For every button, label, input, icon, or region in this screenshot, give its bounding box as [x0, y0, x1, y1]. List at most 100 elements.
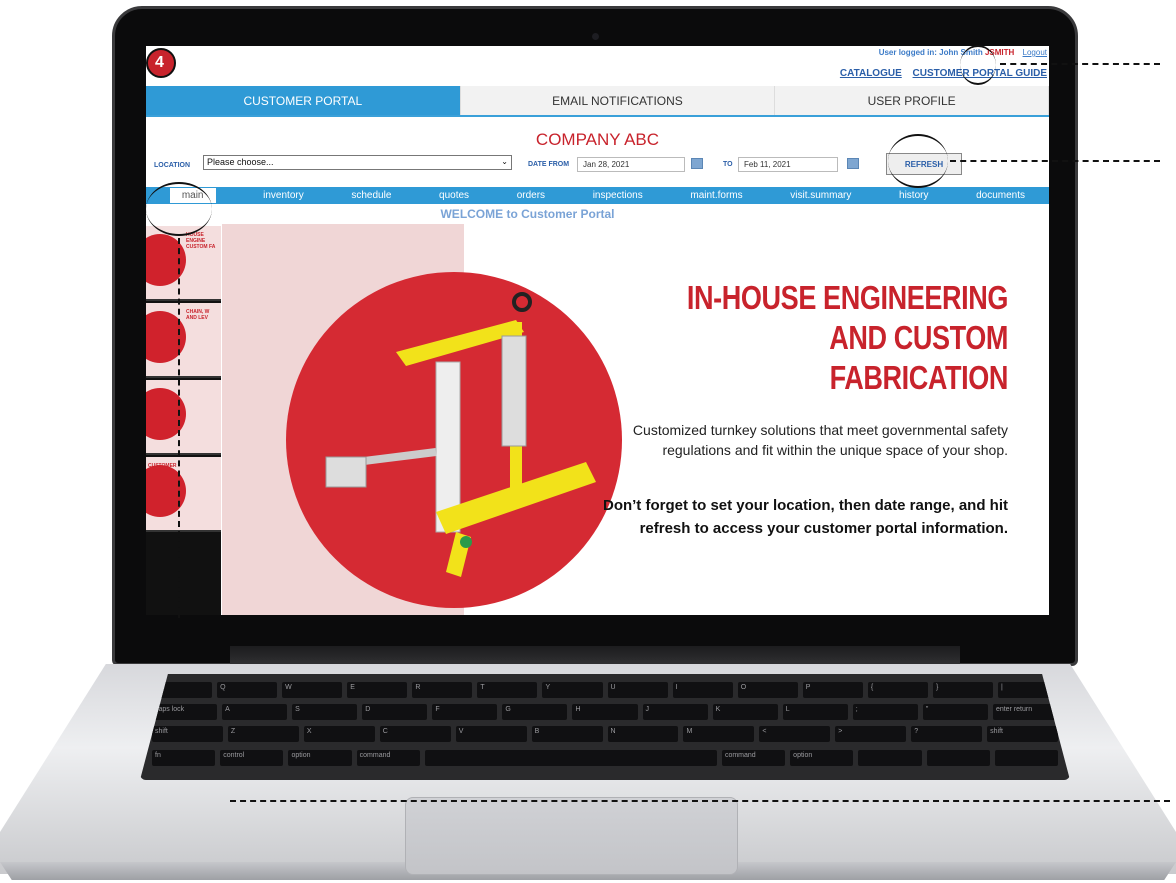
tab-user-profile[interactable]: USER PROFILE	[775, 86, 1049, 115]
keyboard-row-2: caps lock A S D F G H J K L; " enter return	[140, 704, 1070, 720]
thumbnail[interactable]: CHAIN, W AND LEV	[146, 303, 221, 378]
thumbnail[interactable]: CUSTOMER	[146, 457, 221, 532]
key[interactable]: K	[712, 704, 778, 720]
chevron-down-icon: ⌄	[501, 157, 508, 166]
user-label: User logged in:	[878, 48, 937, 57]
key[interactable]: shift	[152, 726, 223, 742]
key[interactable]	[926, 750, 990, 766]
key[interactable]: S	[292, 704, 358, 720]
key[interactable]: E	[347, 682, 408, 698]
subnav-item-documents[interactable]: documents	[976, 190, 1025, 201]
hero-note: Don’t forget to set your location, then …	[602, 497, 1008, 537]
thumbnail-strip: HOUSE ENGINE CUSTOM FA CHAIN, W AND LEV …	[146, 226, 221, 615]
callout-line	[230, 800, 1170, 802]
date-to-label: TO	[723, 161, 733, 168]
key[interactable]: D	[362, 704, 428, 720]
trackpad[interactable]	[405, 797, 738, 875]
key[interactable]: fn	[152, 750, 216, 766]
key[interactable]: C	[379, 726, 451, 742]
key[interactable]: O	[737, 682, 798, 698]
key[interactable]: ?	[911, 726, 983, 742]
key[interactable]: ;	[852, 704, 918, 720]
key[interactable]: option	[790, 750, 854, 766]
key[interactable]: V	[455, 726, 527, 742]
key[interactable]: shift	[987, 726, 1059, 742]
welcome-heading: WELCOME to Customer Portal	[440, 207, 615, 221]
key[interactable]: }	[932, 682, 994, 698]
screen: 4 User logged in: John Smith JSMITH Logo…	[146, 46, 1049, 615]
tab-customer-portal[interactable]: CUSTOMER PORTAL	[146, 86, 461, 115]
key[interactable]: J	[642, 704, 708, 720]
key[interactable]: {	[867, 682, 928, 698]
subnav-item-maint-forms[interactable]: maint.forms	[690, 190, 742, 201]
keyboard-row-3: shift Z X C V B N M < >? shift	[140, 726, 1070, 742]
date-from-label: DATE FROM	[528, 161, 570, 168]
key[interactable]: N	[607, 726, 679, 742]
key[interactable]: I	[672, 682, 733, 698]
thumbnail[interactable]	[146, 380, 221, 455]
subnav-item-inspections[interactable]: inspections	[593, 190, 643, 201]
subnav-item-history[interactable]: history	[899, 190, 928, 201]
key[interactable]: L	[782, 704, 848, 720]
top-links: CATALOGUE CUSTOMER PORTAL GUIDE	[832, 68, 1047, 79]
location-value: Please choose...	[207, 157, 274, 167]
subnav-item-quotes[interactable]: quotes	[439, 190, 469, 201]
key[interactable]: U	[607, 682, 668, 698]
hero-circle	[286, 272, 622, 608]
key[interactable]: command	[721, 750, 786, 766]
key[interactable]: P	[802, 682, 863, 698]
key[interactable]: H	[572, 704, 638, 720]
key[interactable]: T	[477, 682, 538, 698]
key[interactable]: G	[502, 704, 568, 720]
subnav-item-orders[interactable]: orders	[517, 190, 545, 201]
logout-link[interactable]: Logout	[1023, 48, 1047, 57]
key[interactable]: F	[432, 704, 498, 720]
key[interactable]: Y	[542, 682, 603, 698]
key[interactable]: X	[303, 726, 375, 742]
keyboard-row-1: tabQWERTYUIOP{}|	[140, 682, 1070, 698]
camera-icon	[592, 33, 599, 40]
key[interactable]: R	[412, 682, 473, 698]
calendar-icon[interactable]	[691, 158, 703, 169]
company-logo: 4	[146, 48, 176, 78]
key[interactable]: enter return	[992, 704, 1059, 720]
catalogue-link[interactable]: CATALOGUE	[840, 68, 902, 79]
sub-navigation: main inventory schedule quotes orders inspect…	[146, 187, 1049, 204]
hero-text: IN-HOUSE ENGINEERING AND CUSTOM FABRICAT…	[576, 278, 1008, 540]
key[interactable]: W	[282, 682, 343, 698]
location-label: LOCATION	[154, 162, 191, 169]
key[interactable]	[994, 750, 1059, 766]
subnav-item-schedule[interactable]: schedule	[351, 190, 391, 201]
hero-description: Customized turnkey solutions that meet g…	[632, 422, 1008, 458]
subnav-item-visit-summary[interactable]: visit.summary	[790, 190, 851, 201]
key[interactable]: Z	[227, 726, 299, 742]
key[interactable]: M	[683, 726, 755, 742]
key[interactable]: command	[356, 750, 420, 766]
key[interactable]	[858, 750, 922, 766]
callout-line	[178, 238, 180, 618]
keyboard-row-4: fn control option command command option	[140, 750, 1070, 766]
key[interactable]: >	[835, 726, 907, 742]
key[interactable]: A	[222, 704, 288, 720]
key[interactable]: <	[759, 726, 831, 742]
callout-refresh	[888, 134, 948, 188]
date-to-input[interactable]: Feb 11, 2021	[738, 157, 838, 172]
hero-title: IN-HOUSE ENGINEERING AND CUSTOM FABRICAT…	[686, 279, 1008, 396]
key[interactable]	[424, 750, 717, 766]
keyboard: tabQWERTYUIOP{}| caps lockASDFGHJKL;"ent…	[140, 674, 1070, 780]
key[interactable]: caps lock	[152, 704, 218, 720]
location-select[interactable]: Please choose... ⌄	[203, 155, 512, 170]
thumbnail[interactable]: HOUSE ENGINE CUSTOM FA	[146, 226, 221, 301]
key[interactable]: Q	[217, 682, 278, 698]
subnav-item-inventory[interactable]: inventory	[263, 190, 304, 201]
lift-fixture-illustration	[325, 292, 596, 577]
laptop-scene: tabQWERTYUIOP{}| caps lockASDFGHJKL;"ent…	[0, 0, 1176, 883]
callout-line	[1000, 63, 1160, 65]
date-from-input[interactable]: Jan 28, 2021	[577, 157, 685, 172]
key[interactable]: "	[922, 704, 988, 720]
key[interactable]: control	[220, 750, 284, 766]
calendar-icon[interactable]	[847, 158, 859, 169]
key[interactable]: B	[531, 726, 603, 742]
key[interactable]: option	[288, 750, 352, 766]
tab-email-notifications[interactable]: EMAIL NOTIFICATIONS	[460, 86, 776, 115]
